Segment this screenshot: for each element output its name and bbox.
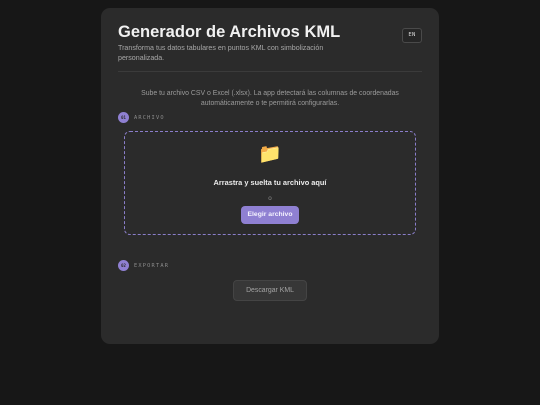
download-kml-button[interactable]: Descargar KML (233, 280, 307, 301)
step-number-badge: 02 (118, 260, 129, 271)
step-file: 01 ARCHIVO (118, 112, 165, 123)
generator-card: Generador de Archivos KML Transforma tus… (101, 8, 439, 344)
intro-text: Sube tu archivo CSV o Excel (.xlsx). La … (141, 90, 399, 107)
language-toggle-button[interactable]: EN (402, 28, 422, 43)
header-divider (118, 71, 422, 72)
step-export: 02 EXPORTAR (118, 260, 169, 271)
dropzone-or-text: o (268, 195, 272, 202)
step-label: EXPORTAR (134, 262, 170, 269)
folder-icon: 📁 (258, 144, 282, 165)
page-subtitle: Transforma tus datos tabulares en puntos… (118, 44, 324, 62)
step-number-badge: 01 (118, 112, 129, 123)
choose-file-button[interactable]: Elegir archivo (241, 206, 299, 224)
page-title: Generador de Archivos KML (118, 23, 341, 41)
file-dropzone[interactable]: 📁 Arrastra y suelta tu archivo aquí o El… (124, 131, 416, 235)
step-label: ARCHIVO (134, 114, 165, 121)
dropzone-text: Arrastra y suelta tu archivo aquí (213, 178, 327, 187)
